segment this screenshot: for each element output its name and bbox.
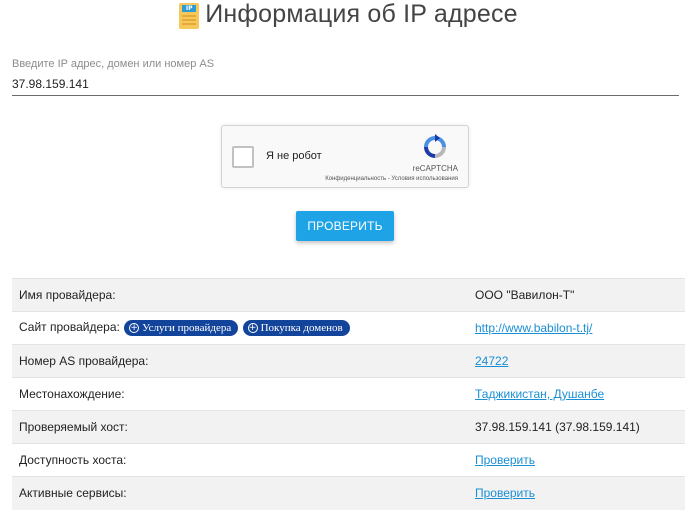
host-availability-key: Доступность хоста: bbox=[12, 443, 475, 477]
table-row: Активные сервисы: Проверить bbox=[12, 476, 685, 510]
provider-name-key: Имя провайдера: bbox=[12, 278, 475, 312]
checked-host-value: 37.98.159.141 (37.98.159.141) bbox=[475, 410, 685, 444]
recaptcha-links[interactable]: Конфиденциальность - Условия использован… bbox=[325, 176, 458, 182]
provider-site-link[interactable]: http://www.babilon-t.tj/ bbox=[475, 321, 592, 335]
plus-circle-icon: + bbox=[247, 322, 258, 333]
as-number-value-cell: 24722 bbox=[475, 344, 685, 378]
location-link[interactable]: Таджикистан, Душанбе bbox=[475, 387, 604, 401]
provider-site-key-cell: Сайт провайдера: + Услуги провайдера + П… bbox=[12, 311, 475, 345]
recaptcha-label: Я не робот bbox=[266, 150, 322, 162]
buy-domains-label: Покупка доменов bbox=[260, 322, 343, 334]
table-row: Местонахождение: Таджикистан, Душанбе bbox=[12, 377, 685, 411]
check-button[interactable]: ПРОВЕРИТЬ bbox=[296, 211, 394, 241]
table-row: Номер AS провайдера: 24722 bbox=[12, 344, 685, 378]
ip-icon-tag: IP bbox=[182, 4, 197, 12]
table-row: Доступность хоста: Проверить bbox=[12, 443, 685, 477]
as-number-link[interactable]: 24722 bbox=[475, 354, 508, 368]
provider-name-value: ООО "Вавилон-Т" bbox=[475, 278, 685, 312]
ip-document-icon: IP bbox=[179, 1, 200, 29]
as-number-key: Номер AS провайдера: bbox=[12, 344, 475, 378]
plus-circle-icon: + bbox=[129, 322, 140, 333]
active-services-check-link[interactable]: Проверить bbox=[475, 486, 535, 500]
table-row: Имя провайдера: ООО "Вавилон-Т" bbox=[12, 278, 685, 312]
checked-host-key: Проверяемый хост: bbox=[12, 410, 475, 444]
location-key: Местонахождение: bbox=[12, 377, 475, 411]
host-availability-value-cell: Проверить bbox=[475, 443, 685, 477]
active-services-value-cell: Проверить bbox=[475, 476, 685, 510]
provider-services-label: Услуги провайдера bbox=[142, 322, 232, 334]
provider-services-button[interactable]: + Услуги провайдера bbox=[124, 320, 239, 336]
active-services-key: Активные сервисы: bbox=[12, 476, 475, 510]
table-row: Проверяемый хост: 37.98.159.141 (37.98.1… bbox=[12, 410, 685, 444]
location-value-cell: Таджикистан, Душанбе bbox=[475, 377, 685, 411]
recaptcha-widget: Я не робот reCAPTCHA Конфиденциальность … bbox=[221, 125, 469, 188]
lookup-form: Введите IP адрес, домен или номер AS bbox=[12, 58, 679, 96]
host-availability-check-link[interactable]: Проверить bbox=[475, 453, 535, 467]
ip-info-table: Имя провайдера: ООО "Вавилон-Т" Сайт про… bbox=[12, 278, 685, 510]
recaptcha-brand: reCAPTCHA bbox=[412, 164, 458, 173]
title-wrap: IP Информация об IP адресе bbox=[179, 0, 518, 29]
provider-site-key: Сайт провайдера: bbox=[19, 320, 120, 335]
provider-site-value-cell: http://www.babilon-t.tj/ bbox=[475, 311, 685, 345]
recaptcha-logo-icon bbox=[424, 134, 446, 158]
ip-input-label: Введите IP адрес, домен или номер AS bbox=[12, 58, 215, 70]
page-header: IP Информация об IP адресе bbox=[0, 0, 697, 38]
buy-domains-button[interactable]: + Покупка доменов bbox=[242, 320, 350, 336]
table-row: Сайт провайдера: + Услуги провайдера + П… bbox=[12, 311, 685, 345]
ip-input[interactable] bbox=[12, 75, 679, 96]
page-title: Информация об IP адресе bbox=[205, 0, 518, 28]
recaptcha-checkbox[interactable] bbox=[232, 146, 254, 168]
